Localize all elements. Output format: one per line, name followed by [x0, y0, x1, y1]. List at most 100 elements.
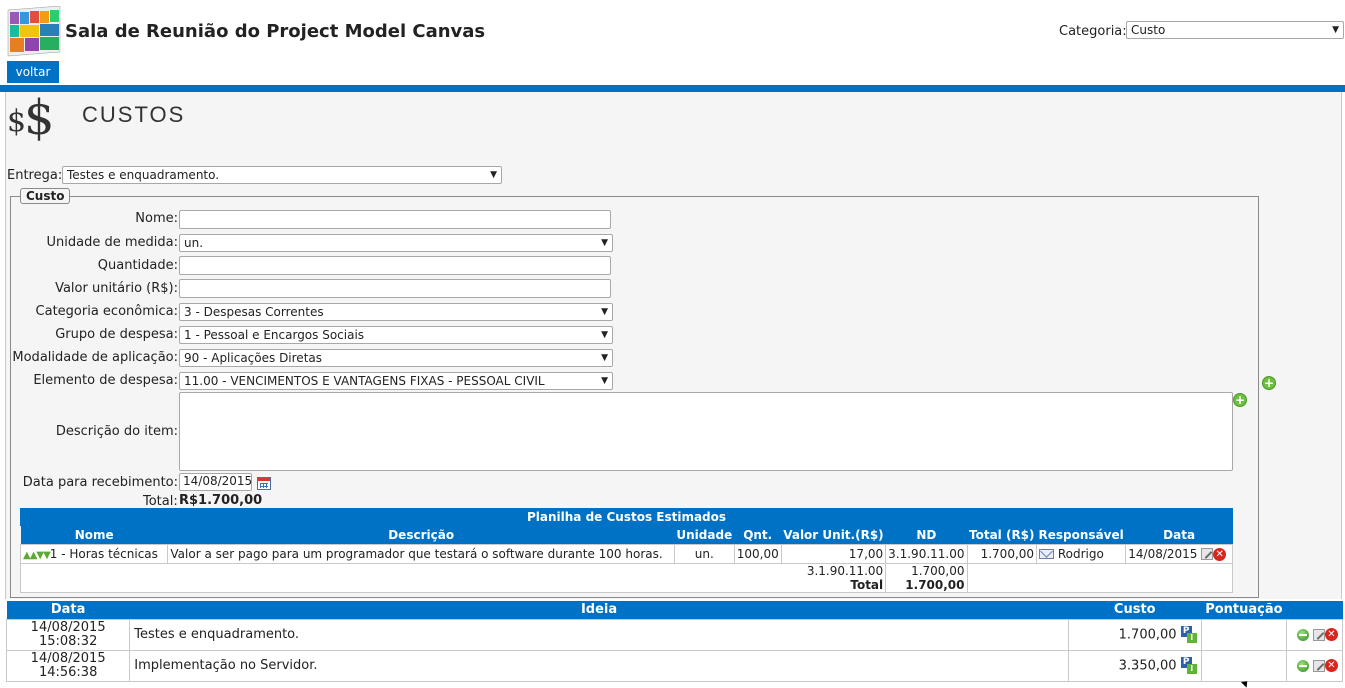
row-data: 14/08/2015 — [1128, 546, 1198, 561]
ideia-date: 14/08/2015 — [30, 619, 106, 635]
total-value: R$1.700,00 — [179, 493, 263, 508]
descricao-textarea[interactable] — [179, 392, 1233, 471]
row-unidade: un. — [673, 543, 735, 564]
modalidade-label: Modalidade de aplicação: — [12, 350, 178, 365]
col-data: Data — [1125, 526, 1233, 544]
vote-icon[interactable] — [1296, 659, 1309, 672]
ideia-custo: 3.350,00 — [1118, 658, 1177, 673]
col-descricao: Descrição — [167, 526, 675, 544]
entrega-label: Entrega: — [7, 168, 63, 183]
ideia-custo-cell: 1.700,00 PI — [1067, 618, 1202, 651]
summary-total-label: Total — [850, 577, 884, 592]
app-title: Sala de Reunião do Project Model Canvas — [65, 21, 486, 42]
summary-total-value: 1.700,00 — [905, 577, 965, 592]
add-descricao-icon[interactable]: + — [1233, 393, 1247, 407]
data-recebimento-input[interactable]: 14/08/2015 — [179, 473, 252, 491]
planilha-summary-row: 3.1.90.11.00 Total 1.700,00 1.700,00 — [19, 562, 1233, 593]
categoria-select-value: Custo — [1131, 23, 1166, 37]
ideia-actions: ✕ — [1286, 649, 1343, 682]
section-title: CUSTOS — [82, 102, 186, 127]
elemento-despesa-label: Elemento de despesa: — [33, 373, 178, 388]
col-ideia: Ideia — [129, 601, 1069, 619]
row-responsavel-cell: Rodrigo — [1036, 543, 1127, 564]
edit-icon[interactable] — [1313, 628, 1325, 641]
chevron-down-icon: ▼ — [601, 307, 608, 317]
col-unidade: Unidade — [674, 526, 735, 544]
row-qnt: 100,00 — [733, 543, 782, 564]
vote-icon[interactable] — [1296, 628, 1309, 641]
summary-empty-cell — [966, 562, 1233, 593]
row-total: 1.700,00 — [966, 543, 1038, 564]
edit-icon[interactable] — [1313, 659, 1325, 672]
planilha-header-row: Nome Descrição Unidade Qnt. Valor Unit.(… — [20, 526, 1233, 544]
header-divider — [0, 85, 1345, 92]
chevron-down-icon: ▼ — [601, 330, 608, 340]
ideia-datetime-cell: 14/08/2015 14:56:38 — [5, 649, 131, 682]
valor-unitario-label: Valor unitário (R$): — [55, 281, 178, 296]
table-row[interactable]: 14/08/2015 15:08:32 Testes e enquadramen… — [5, 618, 1343, 651]
pi-report-icon[interactable]: PI — [1180, 656, 1197, 675]
col-qnt: Qnt. — [734, 526, 782, 544]
ideia-custo: 1.700,00 — [1118, 627, 1177, 642]
delete-icon[interactable]: ✕ — [1213, 547, 1227, 561]
ideia-actions: ✕ — [1286, 618, 1343, 651]
col-responsavel: Responsável — [1036, 526, 1126, 544]
row-nd: 3.1.90.11.00 — [885, 543, 968, 564]
ideia-pontuacao — [1200, 649, 1288, 682]
summary-values-cell: 1.700,00 1.700,00 — [885, 562, 968, 593]
col-valor-unit: Valor Unit.(R$) — [781, 526, 886, 544]
dollar-icon: $ — [24, 90, 55, 146]
ideia-date: 14/08/2015 — [30, 650, 106, 666]
ideias-table: Data Ideia Custo Pontuação 14/08/2015 15… — [5, 601, 1343, 682]
unidade-select-value: un. — [184, 236, 204, 250]
modalidade-value: 90 - Aplicações Diretas — [184, 351, 322, 365]
entrega-select[interactable]: Testes e enquadramento. ▼ — [62, 166, 502, 184]
nome-input[interactable] — [179, 210, 611, 229]
data-recebimento-label: Data para recebimento: — [22, 475, 178, 490]
categoria-economica-value: 3 - Despesas Correntes — [184, 305, 324, 319]
ideia-datetime-cell: 14/08/2015 15:08:32 — [5, 618, 131, 651]
chevron-down-icon: ▼ — [1332, 25, 1339, 35]
chevron-down-icon: ▼ — [601, 376, 608, 386]
col-nome: Nome — [20, 526, 168, 544]
col-total: Total (R$) — [967, 526, 1037, 544]
ideias-header-row: Data Ideia Custo Pontuação — [6, 601, 1343, 619]
mail-icon[interactable] — [1039, 549, 1055, 559]
summary-nd: 3.1.90.11.00 — [806, 563, 884, 578]
add-custo-icon[interactable]: + — [1262, 376, 1276, 390]
calendar-icon[interactable] — [257, 477, 271, 490]
back-button[interactable]: voltar — [7, 61, 59, 83]
grupo-despesa-select[interactable]: 1 - Pessoal e Encargos Sociais ▼ — [179, 326, 613, 344]
ideia-time: 15:08:32 — [38, 633, 98, 649]
ideia-custo-cell: 3.350,00 PI — [1067, 649, 1202, 682]
elemento-despesa-value: 11.00 - VENCIMENTOS E VANTAGENS FIXAS - … — [184, 374, 545, 388]
modalidade-select[interactable]: 90 - Aplicações Diretas ▼ — [179, 349, 613, 367]
row-responsavel: Rodrigo — [1057, 546, 1104, 561]
reorder-arrows-icon[interactable]: ▲▲▼▼ — [23, 550, 51, 561]
elemento-despesa-select[interactable]: 11.00 - VENCIMENTOS E VANTAGENS FIXAS - … — [179, 372, 613, 390]
chevron-down-icon: ▼ — [601, 353, 608, 363]
table-row[interactable]: 14/08/2015 14:56:38 Implementação no Ser… — [5, 649, 1343, 682]
valor-unitario-input[interactable] — [179, 279, 611, 298]
col-ideia-data: Data — [6, 601, 130, 619]
row-valor-unit: 17,00 — [780, 543, 887, 564]
chevron-down-icon: ▼ — [490, 170, 497, 180]
delete-icon[interactable]: ✕ — [1325, 628, 1338, 641]
row-descricao: Valor a ser pago para um programador que… — [167, 543, 675, 564]
chevron-down-icon: ▼ — [601, 238, 608, 248]
row-data-cell: 14/08/2015 ✕ — [1125, 543, 1233, 564]
planilha-title: Planilha de Custos Estimados — [20, 508, 1233, 526]
nome-label: Nome: — [135, 211, 178, 226]
table-row: ▲▲▼▼1 - Horas técnicas Valor a ser pago … — [19, 543, 1233, 564]
entrega-select-value: Testes e enquadramento. — [67, 168, 220, 182]
categoria-select[interactable]: Custo ▼ — [1126, 21, 1344, 39]
categoria-economica-select[interactable]: 3 - Despesas Correntes ▼ — [179, 303, 613, 321]
quantidade-input[interactable] — [179, 256, 611, 275]
row-nome-cell: ▲▲▼▼1 - Horas técnicas — [19, 543, 169, 564]
pi-report-icon[interactable]: PI — [1180, 625, 1197, 644]
summary-nd-total: 1.700,00 — [911, 563, 965, 578]
unidade-select[interactable]: un. ▼ — [179, 234, 613, 252]
descricao-label: Descrição do item: — [55, 424, 178, 439]
delete-icon[interactable]: ✕ — [1325, 659, 1338, 672]
edit-icon[interactable] — [1201, 548, 1214, 560]
